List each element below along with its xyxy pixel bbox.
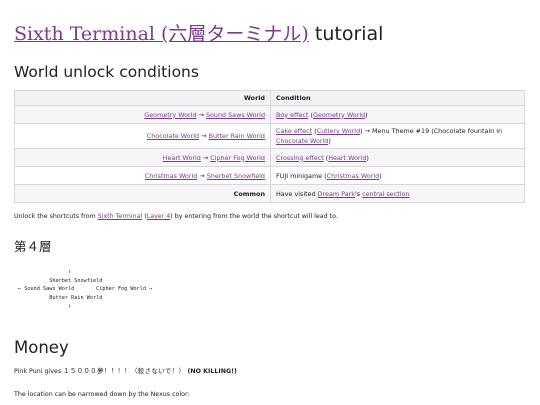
nexus-paragraph: The location can be narrowed down by the… — [14, 391, 190, 398]
condition-link[interactable]: Crossing effect — [276, 154, 324, 162]
condition-link[interactable]: Geometry World — [313, 111, 365, 119]
world-link-to[interactable]: Cipher Fog World — [210, 154, 265, 162]
arrow: → — [198, 110, 204, 119]
condition-cell: Boy effect (Geometry World) — [270, 105, 525, 124]
title-suffix: tutorial — [308, 23, 384, 45]
header-world: World — [14, 90, 271, 106]
paragraph-text: Unlock the shortcuts from — [14, 213, 98, 220]
condition-text: ) — [366, 153, 369, 162]
condition-link[interactable]: Cake effect — [276, 127, 312, 135]
world-link-from[interactable]: Heart World — [163, 154, 201, 162]
table-row: Heart World → Cipher Fog World Crossing … — [14, 148, 525, 167]
world-cell: Heart World → Cipher Fog World — [14, 148, 271, 167]
world-link-from[interactable]: Chocolate World — [147, 132, 199, 140]
world-link-from[interactable]: Geometry World — [144, 111, 196, 119]
condition-link[interactable]: central section — [362, 190, 409, 198]
paragraph-text: Pink Puni gives — [14, 368, 64, 375]
condition-link[interactable]: Dream Park — [318, 190, 355, 198]
condition-cell: Crossing effect (Heart World) — [270, 148, 525, 167]
arrow: → — [201, 132, 207, 140]
shortcut-map: ↑ Sherbet Snowfield ← Sound Saws World C… — [18, 269, 153, 310]
condition-text: Have visited — [276, 189, 318, 198]
unlock-conditions-table: World Condition Geometry World → Sound S… — [14, 90, 525, 203]
layer-4-link[interactable]: Layer 4 — [147, 213, 171, 220]
table-row: Chocolate World → Butter Rain World Cake… — [14, 123, 525, 149]
money-paragraph: Pink Puni gives １５０００夢！！！！（殺さないで！） (NO K… — [14, 367, 237, 376]
table-header-row: World Condition — [14, 90, 525, 106]
condition-cell: Cake effect (Cutlery World) → Menu Theme… — [270, 123, 525, 149]
world-cell: Christmas World → Sherbet Snowfield — [14, 166, 271, 185]
no-killing-note: (NO KILLING!) — [185, 368, 237, 375]
money-heading: Money — [14, 338, 69, 357]
paragraph-text: ) by entering from the world the shortcu… — [170, 213, 338, 220]
condition-link[interactable]: Chocolate World — [276, 137, 328, 145]
condition-text: ) → Menu Theme #19 (Chocolate fountain i… — [360, 127, 503, 135]
sixth-terminal-title-link[interactable]: Sixth Terminal (六層ターミナル) — [14, 23, 309, 45]
condition-link[interactable]: Christmas World — [327, 172, 380, 180]
condition-link[interactable]: Boy effect — [276, 111, 308, 119]
world-link-to[interactable]: Sherbet Snowfield — [207, 172, 265, 180]
page-title: Sixth Terminal (六層ターミナル) tutorial — [14, 22, 383, 46]
header-condition: Condition — [270, 90, 525, 106]
shortcut-paragraph: Unlock the shortcuts from Sixth Terminal… — [14, 212, 338, 221]
unlock-heading: World unlock conditions — [14, 63, 199, 81]
condition-text: ) — [365, 110, 368, 119]
arrow: → — [202, 153, 209, 162]
world-link-from[interactable]: Christmas World — [145, 172, 198, 180]
world-cell: Chocolate World → Butter Rain World — [14, 123, 271, 149]
floor-heading: 第４層 — [14, 239, 52, 254]
table-row: Common Have visited Dream Park's central… — [14, 184, 525, 203]
condition-cell: FUJI minigame (Christmas World) — [270, 166, 525, 185]
arrow: → — [199, 171, 205, 180]
money-amount: １５０００夢！！！！（殺さないで！） — [63, 368, 186, 375]
common-label: Common — [14, 184, 271, 203]
condition-link[interactable]: Cutlery World — [317, 127, 360, 135]
table-row: Christmas World → Sherbet Snowfield FUJI… — [14, 166, 525, 185]
world-link-to[interactable]: Butter Rain World — [209, 132, 265, 140]
condition-text: FUJI minigame ( — [276, 171, 327, 180]
sixth-terminal-link[interactable]: Sixth Terminal — [98, 213, 143, 220]
condition-link[interactable]: Heart World — [328, 154, 366, 162]
world-cell: Geometry World → Sound Saws World — [14, 105, 271, 124]
condition-text: ) — [379, 171, 382, 180]
condition-text: ) — [328, 137, 331, 145]
condition-cell: Have visited Dream Park's central sectio… — [270, 184, 525, 203]
world-link-to[interactable]: Sound Saws World — [206, 111, 265, 119]
table-row: Geometry World → Sound Saws World Boy ef… — [14, 105, 525, 124]
